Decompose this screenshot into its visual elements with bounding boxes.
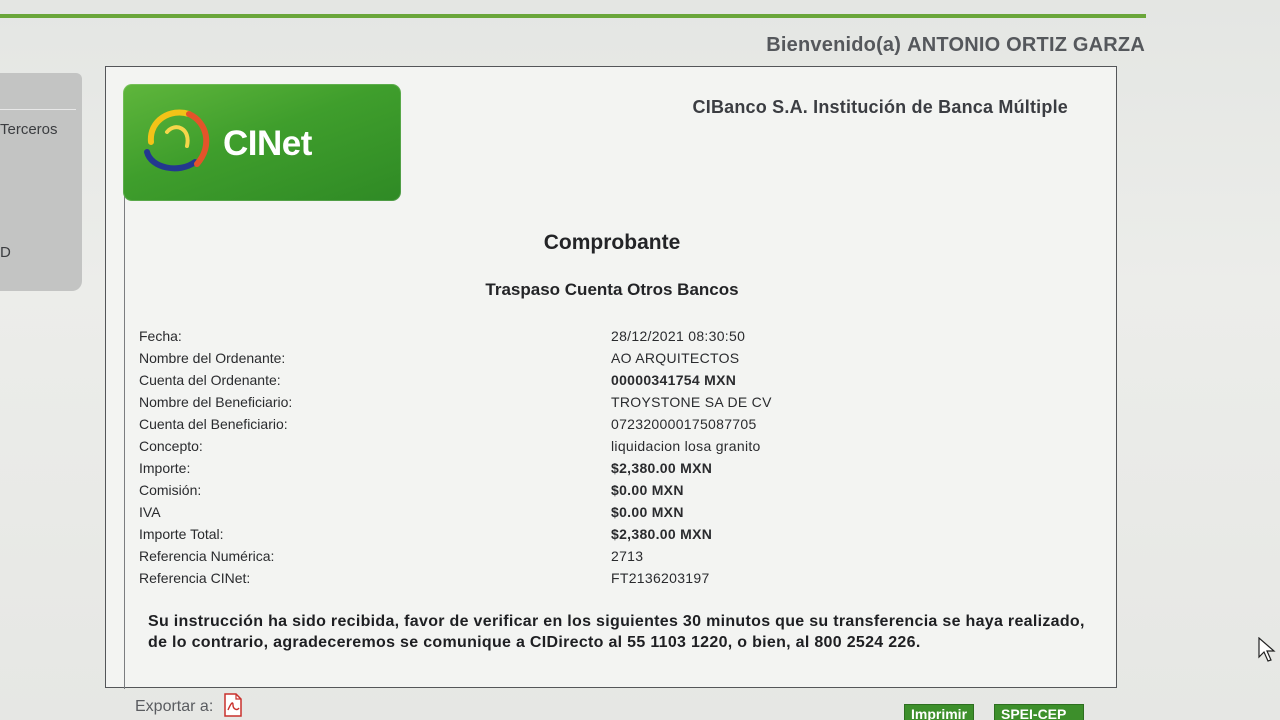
- page: Bienvenido(a) ANTONIO ORTIZ GARZA Tercero…: [0, 0, 1280, 720]
- receipt-card: CINet CIBanco S.A. Institución de Banca …: [105, 66, 1117, 689]
- detail-label: Fecha:: [139, 328, 182, 344]
- detail-label: Importe Total:: [139, 526, 224, 542]
- detail-value: FT2136203197: [611, 570, 710, 586]
- detail-value: 2713: [611, 548, 644, 564]
- detail-label: IVA: [139, 504, 161, 520]
- print-button[interactable]: Imprimir: [904, 704, 974, 720]
- detail-value: 00000341754 MXN: [611, 372, 737, 388]
- detail-row-nombre-ordenante: Nombre del Ordenante: AO ARQUITECTOS: [139, 348, 1039, 370]
- detail-row-referencia-numerica: Referencia Numérica: 2713: [139, 546, 1039, 568]
- detail-value: liquidacion losa granito: [611, 438, 761, 454]
- receipt-title: Comprobante: [543, 231, 681, 254]
- export-label: Exportar a:: [135, 698, 214, 715]
- detail-row-nombre-beneficiario: Nombre del Beneficiario: TROYSTONE SA DE…: [139, 392, 1039, 414]
- detail-row-importe-total: Importe Total: $2,380.00 MXN: [139, 524, 1039, 546]
- detail-value: AO ARQUITECTOS: [611, 350, 740, 366]
- receipt-details: Fecha: 28/12/2021 08:30:50 Nombre del Or…: [139, 326, 1039, 590]
- detail-label: Comisión:: [139, 482, 202, 498]
- detail-label: Cuenta del Beneficiario:: [139, 416, 288, 432]
- detail-label: Concepto:: [139, 438, 203, 454]
- detail-row-concepto: Concepto: liquidacion losa granito: [139, 436, 1039, 458]
- detail-value: 072320000175087705: [611, 416, 757, 432]
- detail-row-importe: Importe: $2,380.00 MXN: [139, 458, 1039, 480]
- welcome-label: Bienvenido(a): [766, 34, 902, 56]
- sidebar-item-terceros[interactable]: Terceros: [0, 121, 58, 138]
- detail-value: $0.00 MXN: [611, 504, 684, 520]
- detail-row-cuenta-beneficiario: Cuenta del Beneficiario: 072320000175087…: [139, 414, 1039, 436]
- receipt-subtitle: Traspaso Cuenta Otros Bancos: [485, 280, 739, 299]
- pdf-icon[interactable]: [223, 693, 243, 717]
- bank-name: CIBanco S.A. Institución de Banca Múltip…: [692, 97, 1068, 117]
- detail-value: $2,380.00 MXN: [611, 526, 713, 542]
- cinet-swirl-icon: [144, 109, 210, 172]
- sidebar-item-d[interactable]: D: [0, 244, 11, 261]
- detail-label: Cuenta del Ordenante:: [139, 372, 281, 388]
- user-name: ANTONIO ORTIZ GARZA: [907, 34, 1145, 56]
- detail-value: 28/12/2021 08:30:50: [611, 328, 746, 344]
- logo-text: CINet: [223, 124, 312, 163]
- detail-value: $0.00 MXN: [611, 482, 684, 498]
- welcome-message: Bienvenido(a) ANTONIO ORTIZ GARZA: [766, 34, 1145, 57]
- detail-value: $2,380.00 MXN: [611, 460, 713, 476]
- mouse-cursor-icon: [1258, 637, 1276, 662]
- spei-cep-button[interactable]: SPEI-CEP: [994, 704, 1084, 720]
- detail-label: Referencia Numérica:: [139, 548, 275, 564]
- detail-label: Referencia CINet:: [139, 570, 251, 586]
- detail-row-fecha: Fecha: 28/12/2021 08:30:50: [139, 326, 1039, 348]
- detail-label: Importe:: [139, 460, 191, 476]
- detail-row-referencia-cinet: Referencia CINet: FT2136203197: [139, 568, 1039, 590]
- sidebar-divider: [0, 109, 76, 110]
- confirmation-notice: Su instrucción ha sido recibida, favor d…: [148, 613, 1085, 651]
- sidebar: Terceros D: [0, 73, 82, 291]
- header-rule: [0, 14, 1146, 18]
- detail-row-cuenta-ordenante: Cuenta del Ordenante: 00000341754 MXN: [139, 370, 1039, 392]
- detail-label: Nombre del Beneficiario:: [139, 394, 293, 410]
- detail-row-iva: IVA $0.00 MXN: [139, 502, 1039, 524]
- detail-value: TROYSTONE SA DE CV: [611, 394, 772, 410]
- detail-row-comision: Comisión: $0.00 MXN: [139, 480, 1039, 502]
- detail-label: Nombre del Ordenante:: [139, 350, 286, 366]
- cinet-logo: CINet: [123, 84, 401, 201]
